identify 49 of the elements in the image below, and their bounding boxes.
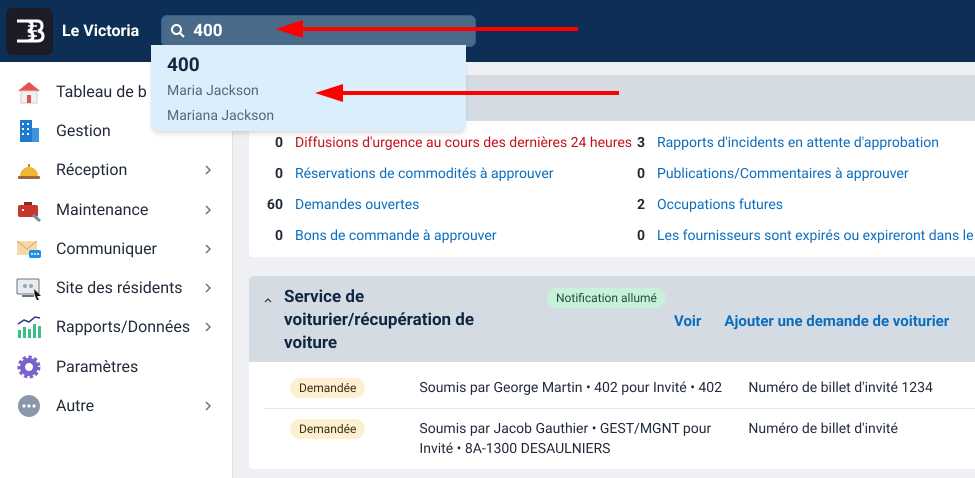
chevron-right-icon — [204, 204, 212, 216]
status-badge: Demandée — [290, 419, 366, 439]
count: 0 — [636, 227, 645, 246]
chevron-right-icon — [204, 400, 212, 412]
status-badge: Demandée — [290, 378, 366, 398]
header-link[interactable]: Voir — [674, 310, 702, 332]
status-badge: Notification allumé — [547, 288, 666, 308]
sidebar-item[interactable]: Paramètres — [0, 347, 232, 386]
summary-link[interactable]: Bons de commande à approuver — [295, 226, 497, 247]
sidebar-item[interactable]: Rapports/Données — [0, 308, 232, 348]
summary-link[interactable]: Demandes ouvertes — [295, 195, 420, 216]
summary-link[interactable]: Réservations de commodités à approuver — [295, 164, 554, 185]
sidebar-item[interactable]: Site des résidents — [0, 268, 232, 308]
chevron-right-icon — [204, 242, 212, 255]
summary-link[interactable]: Occupations futures — [657, 195, 784, 216]
more-icon — [16, 393, 42, 420]
sidebar-item[interactable]: Maintenance — [0, 190, 232, 230]
chevron-right-icon — [204, 282, 212, 294]
sidebar-item[interactable]: Autre — [0, 386, 232, 426]
summary-link[interactable]: Rapports d'incidents en attente d'approbation — [657, 133, 939, 154]
card-title: Service de voiturier/récupération de voiture — [284, 286, 476, 355]
summary-link[interactable]: Diffusions d'urgence au cours des dernières 24 heures — [295, 133, 632, 154]
sidebar-item[interactable]: Réception — [0, 150, 232, 190]
summary-link[interactable]: Les fournisseurs sont expirés ou expireront dans le — [657, 226, 974, 247]
chevron-right-icon — [204, 321, 212, 334]
search-result[interactable]: Maria Jackson — [167, 81, 466, 106]
count: 0 — [274, 134, 283, 153]
chevron-up-icon[interactable] — [263, 296, 273, 304]
count: 60 — [266, 196, 283, 215]
ticket-number: Numéro de billet d'invité — [748, 420, 898, 439]
chevron-right-icon — [204, 164, 212, 176]
settings-icon — [16, 354, 42, 380]
sidebar-item[interactable]: Communiquer — [0, 229, 232, 268]
count: 3 — [636, 134, 645, 153]
search-result[interactable]: 400 — [167, 51, 466, 81]
search-result[interactable]: Mariana Jackson — [167, 106, 466, 131]
count: 0 — [274, 165, 283, 184]
header-link[interactable]: Ajouter une demande de voiturier — [724, 310, 950, 332]
app-name: Le Victoria — [62, 20, 140, 42]
summary-link[interactable]: Publications/Commentaires à approuver — [657, 164, 909, 185]
count: 0 — [636, 165, 645, 184]
count: 0 — [274, 227, 283, 246]
logo-icon[interactable] — [6, 8, 53, 54]
search-icon — [170, 23, 186, 39]
bar-chart-icon — [16, 314, 42, 340]
request-description: Soumis par Jacob Gauthier • GEST/MGNT pour Invité • 8A-1300 DESAULNIERS — [419, 420, 712, 459]
count: 2 — [636, 196, 645, 215]
request-description: Soumis par George Martin • 402 pour Invité • 402 — [419, 379, 723, 398]
ticket-number: Numéro de billet d'invité 1234 — [748, 379, 933, 398]
